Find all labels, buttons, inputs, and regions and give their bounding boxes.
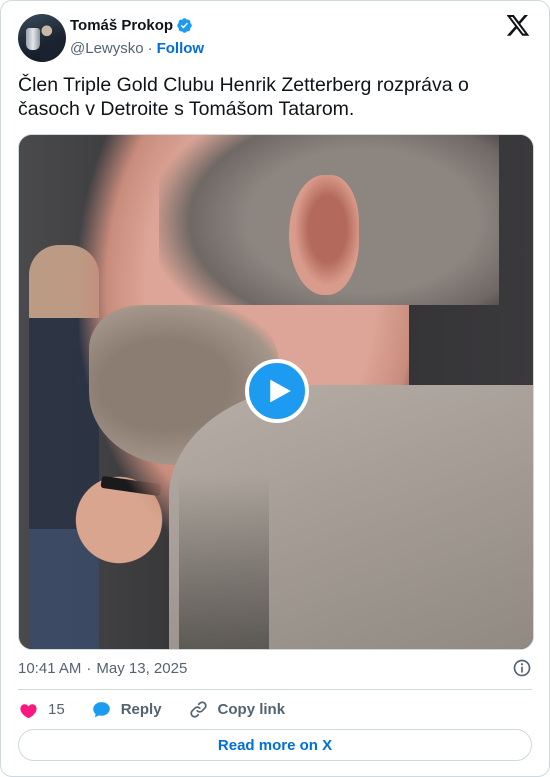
avatar-trophy bbox=[26, 28, 40, 50]
video-shirt-shadow bbox=[179, 475, 269, 649]
copy-link-label: Copy link bbox=[217, 700, 286, 718]
tweet-time[interactable]: 10:41 AM bbox=[18, 660, 81, 677]
divider bbox=[18, 689, 532, 690]
tweet-text: Člen Triple Gold Clubu Henrik Zetterberg… bbox=[18, 74, 469, 120]
like-button[interactable]: 15 bbox=[18, 699, 65, 720]
handle-separator: · bbox=[147, 40, 153, 57]
follow-link[interactable]: Follow bbox=[157, 40, 205, 57]
play-button[interactable] bbox=[245, 359, 309, 423]
author-handle-row: @Lewysko · Follow bbox=[70, 40, 204, 57]
reply-label: Reply bbox=[120, 700, 162, 718]
action-bar: 15 Reply Copy link bbox=[18, 697, 311, 721]
link-icon bbox=[189, 700, 207, 718]
heart-icon bbox=[20, 703, 37, 718]
video-ear bbox=[289, 175, 359, 295]
avatar[interactable] bbox=[18, 14, 66, 62]
tweet-header: Tomáš Prokop @Lewysko · Follow bbox=[18, 14, 532, 64]
reply-button[interactable]: Reply bbox=[91, 699, 162, 720]
tweet-embed-card: Tomáš Prokop @Lewysko · Follow Člen Trip… bbox=[0, 0, 550, 777]
video-thumbnail[interactable] bbox=[18, 134, 534, 650]
like-count: 15 bbox=[48, 700, 65, 718]
meta-separator: · bbox=[86, 659, 92, 677]
info-icon[interactable] bbox=[512, 658, 532, 678]
author-name-row: Tomáš Prokop bbox=[70, 17, 193, 34]
speech-bubble-icon bbox=[92, 701, 110, 717]
read-more-button[interactable]: Read more on X bbox=[18, 729, 532, 761]
play-icon bbox=[269, 379, 291, 403]
x-logo-icon[interactable] bbox=[507, 15, 530, 36]
tweet-date[interactable]: May 13, 2025 bbox=[96, 660, 187, 677]
copy-link-button[interactable]: Copy link bbox=[188, 699, 286, 720]
avatar-person bbox=[40, 40, 66, 62]
tweet-meta: 10:41 AM · May 13, 2025 bbox=[18, 658, 532, 678]
author-handle[interactable]: @Lewysko bbox=[70, 40, 144, 57]
author-name[interactable]: Tomáš Prokop bbox=[70, 17, 173, 34]
verified-badge-icon bbox=[177, 18, 192, 33]
